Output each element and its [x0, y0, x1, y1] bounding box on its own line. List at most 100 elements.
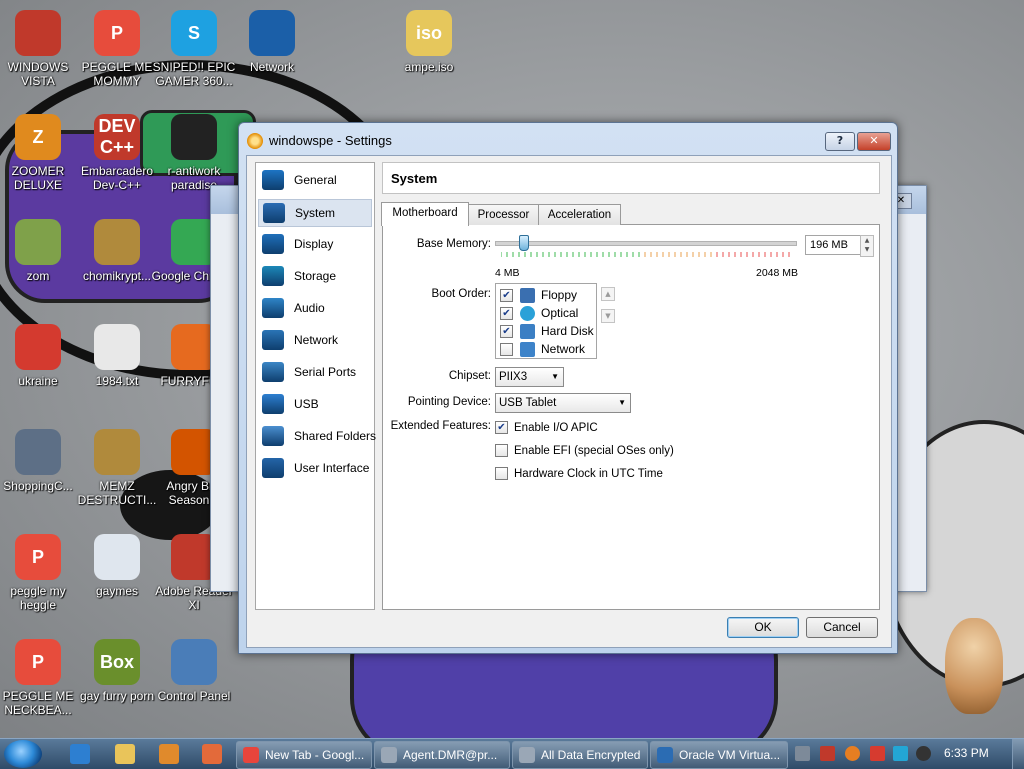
task-all-data-encrypted[interactable]: All Data Encrypted — [512, 741, 648, 769]
desktop-icon-ukraine[interactable]: ukraine — [0, 320, 82, 420]
sidebar-item-label: Audio — [294, 301, 325, 315]
sidebar-item-general[interactable]: General — [258, 167, 372, 193]
base-memory-slider-track[interactable] — [495, 241, 797, 246]
desktop-icon-gaymes[interactable]: gaymes — [73, 530, 161, 630]
show-desktop-button[interactable] — [1012, 739, 1024, 769]
tab-motherboard[interactable]: Motherboard — [381, 202, 469, 226]
sidebar-item-label: Display — [294, 237, 334, 251]
desktop-icon-label: PEGGLE ME MOMMY — [81, 60, 153, 88]
base-memory-spinbox[interactable]: 196 MB — [805, 235, 861, 255]
pointing-device-select[interactable]: USB Tablet ▼ — [495, 393, 631, 413]
feature-enable-efi-special-oses-only[interactable]: Enable EFI (special OSes only) — [495, 444, 674, 457]
cancel-button[interactable]: Cancel — [806, 617, 878, 638]
base-memory-slider-thumb[interactable] — [519, 235, 530, 251]
optical-checkbox[interactable]: ✔ — [500, 306, 513, 320]
sidebar-item-serial-ports[interactable]: Serial Ports — [258, 359, 372, 385]
chipset-select[interactable]: PIIX3 ▼ — [495, 367, 564, 387]
memory-scale-ticks — [501, 252, 790, 257]
desktop-icon-windows-vista[interactable]: WINDOWS VISTA — [0, 6, 82, 106]
task-oracle-vm-virtua[interactable]: Oracle VM Virtua... — [650, 741, 788, 769]
tray-volume-icon[interactable] — [916, 746, 931, 761]
sidebar-item-network[interactable]: Network — [258, 327, 372, 353]
feature-label: Enable I/O APIC — [514, 421, 598, 434]
boot-item-network[interactable]: Network — [500, 340, 596, 358]
sidebar-item-display[interactable]: Display — [258, 231, 372, 257]
sidebar-item-label: Storage — [294, 269, 337, 283]
dialog-titlebar[interactable]: windowspe - Settings ? ✕ — [239, 123, 897, 157]
desktop-icon-peggle-my-heggle[interactable]: Ppeggle my heggle — [0, 530, 82, 630]
desktop-icon-zom[interactable]: zom — [0, 215, 82, 315]
boot-item-label: Network — [541, 342, 586, 356]
chomikrypt-icon — [94, 219, 140, 265]
desktop-icon-network[interactable]: Network — [228, 6, 316, 106]
task-app-icon — [519, 747, 535, 763]
1984-txt-icon — [94, 324, 140, 370]
media-player-icon[interactable] — [159, 744, 179, 764]
hardware-clock-in-utc-time-checkbox[interactable] — [495, 467, 508, 480]
desktop-icon-sniped-epic-gamer-360[interactable]: S SNIPED!! EPIC GAMER 360... — [150, 6, 238, 106]
motherboard-pane: Base Memory: 4 MB 2048 MB 196 MB ▲ ▼ Boot… — [382, 224, 880, 610]
feature-enable-i-o-apic[interactable]: ✔ Enable I/O APIC — [495, 421, 598, 434]
embarcadero-dev-c-icon: DEV C++ — [94, 114, 140, 160]
task-app-icon — [381, 747, 397, 763]
sidebar-item-label: USB — [294, 397, 319, 411]
dialog-title: windowspe - Settings — [269, 133, 392, 148]
enable-i-o-apic-checkbox[interactable]: ✔ — [495, 421, 508, 434]
hard-disk-checkbox[interactable]: ✔ — [500, 324, 513, 338]
ok-button[interactable]: OK — [727, 617, 799, 638]
boot-item-floppy[interactable]: ✔ Floppy — [500, 286, 596, 304]
network-checkbox[interactable] — [500, 342, 513, 356]
desktop-icon-label: ShoppingC... — [3, 479, 73, 493]
network-icon — [520, 341, 535, 357]
task-label: Oracle VM Virtua... — [679, 748, 781, 762]
sidebar-item-user-interface[interactable]: User Interface — [258, 455, 372, 481]
desktop-icon-embarcadero-dev-c[interactable]: DEV C++ Embarcadero Dev-C++ — [73, 110, 161, 210]
tray-display-icon[interactable] — [893, 746, 908, 761]
desktop-icon-ampe-iso[interactable]: iso ampe.iso — [385, 6, 473, 106]
boot-item-hard-disk[interactable]: ✔ Hard Disk — [500, 322, 596, 340]
boot-item-optical[interactable]: ✔ Optical — [500, 304, 596, 322]
settings-gear-icon — [247, 133, 263, 149]
move-up-icon[interactable]: ▲ — [601, 287, 615, 301]
task-new-tab-googl[interactable]: New Tab - Googl... — [236, 741, 372, 769]
move-down-icon[interactable]: ▼ — [601, 309, 615, 323]
boot-item-label: Floppy — [541, 288, 578, 302]
feature-hardware-clock-in-utc-time[interactable]: Hardware Clock in UTC Time — [495, 467, 663, 480]
desktop-icon-control-panel[interactable]: Control Panel — [150, 635, 238, 735]
desktop-icon-zoomer-deluxe[interactable]: Z ZOOMER DELUXE — [0, 110, 82, 210]
enable-efi-special-oses-only-checkbox[interactable] — [495, 444, 508, 457]
clock[interactable]: 6:33 PM — [944, 746, 989, 760]
desktop-icon-1984-txt[interactable]: 1984.txt — [73, 320, 161, 420]
file-explorer-icon[interactable] — [115, 744, 135, 764]
tab-processor[interactable]: Processor — [468, 204, 539, 225]
desktop-icon-label: peggle my heggle — [10, 584, 66, 612]
tray-v-icon[interactable] — [820, 746, 835, 761]
close-button[interactable]: ✕ — [857, 132, 891, 151]
sidebar-item-usb[interactable]: USB — [258, 391, 372, 417]
memory-spin-arrows-icon[interactable]: ▲ ▼ — [860, 235, 874, 257]
task-agent-dmr-pr[interactable]: Agent.DMR@pr... — [374, 741, 510, 769]
start-button[interactable] — [4, 740, 42, 768]
tab-acceleration[interactable]: Acceleration — [538, 204, 621, 225]
desktop-icon-shoppingc[interactable]: ShoppingC... — [0, 425, 82, 525]
sidebar-item-shared-folders[interactable]: Shared Folders — [258, 423, 376, 449]
sidebar-item-audio[interactable]: Audio — [258, 295, 372, 321]
tray-flag-icon[interactable] — [870, 746, 885, 761]
desktop-icon-label: 1984.txt — [95, 374, 139, 388]
sidebar-item-system[interactable]: System — [258, 199, 372, 227]
tray-app-icon[interactable] — [795, 746, 810, 761]
desktop-icon-memz-destructi[interactable]: MEMZ DESTRUCTI... — [73, 425, 161, 525]
desktop-icon-gay-furry-porn[interactable]: Box gay furry porn — [73, 635, 161, 735]
sidebar-item-storage[interactable]: Storage — [258, 263, 372, 289]
desktop-icon-chomikrypt[interactable]: chomikrypt... — [73, 215, 161, 315]
floppy-checkbox[interactable]: ✔ — [500, 288, 513, 302]
tray-search-icon[interactable] — [845, 746, 860, 761]
shared-folder-icon — [262, 426, 284, 446]
internet-explorer-icon[interactable] — [70, 744, 90, 764]
desktop-icon-peggle-me-neckbea[interactable]: P PEGGLE ME NECKBEA... — [0, 635, 82, 735]
general-icon — [262, 170, 284, 190]
help-button[interactable]: ? — [825, 132, 855, 151]
app-shortcut-icon[interactable] — [202, 744, 222, 764]
desktop-icon-label: Embarcadero Dev-C++ — [80, 164, 154, 192]
desktop-icon-peggle-me-mommy[interactable]: P PEGGLE ME MOMMY — [73, 6, 161, 106]
